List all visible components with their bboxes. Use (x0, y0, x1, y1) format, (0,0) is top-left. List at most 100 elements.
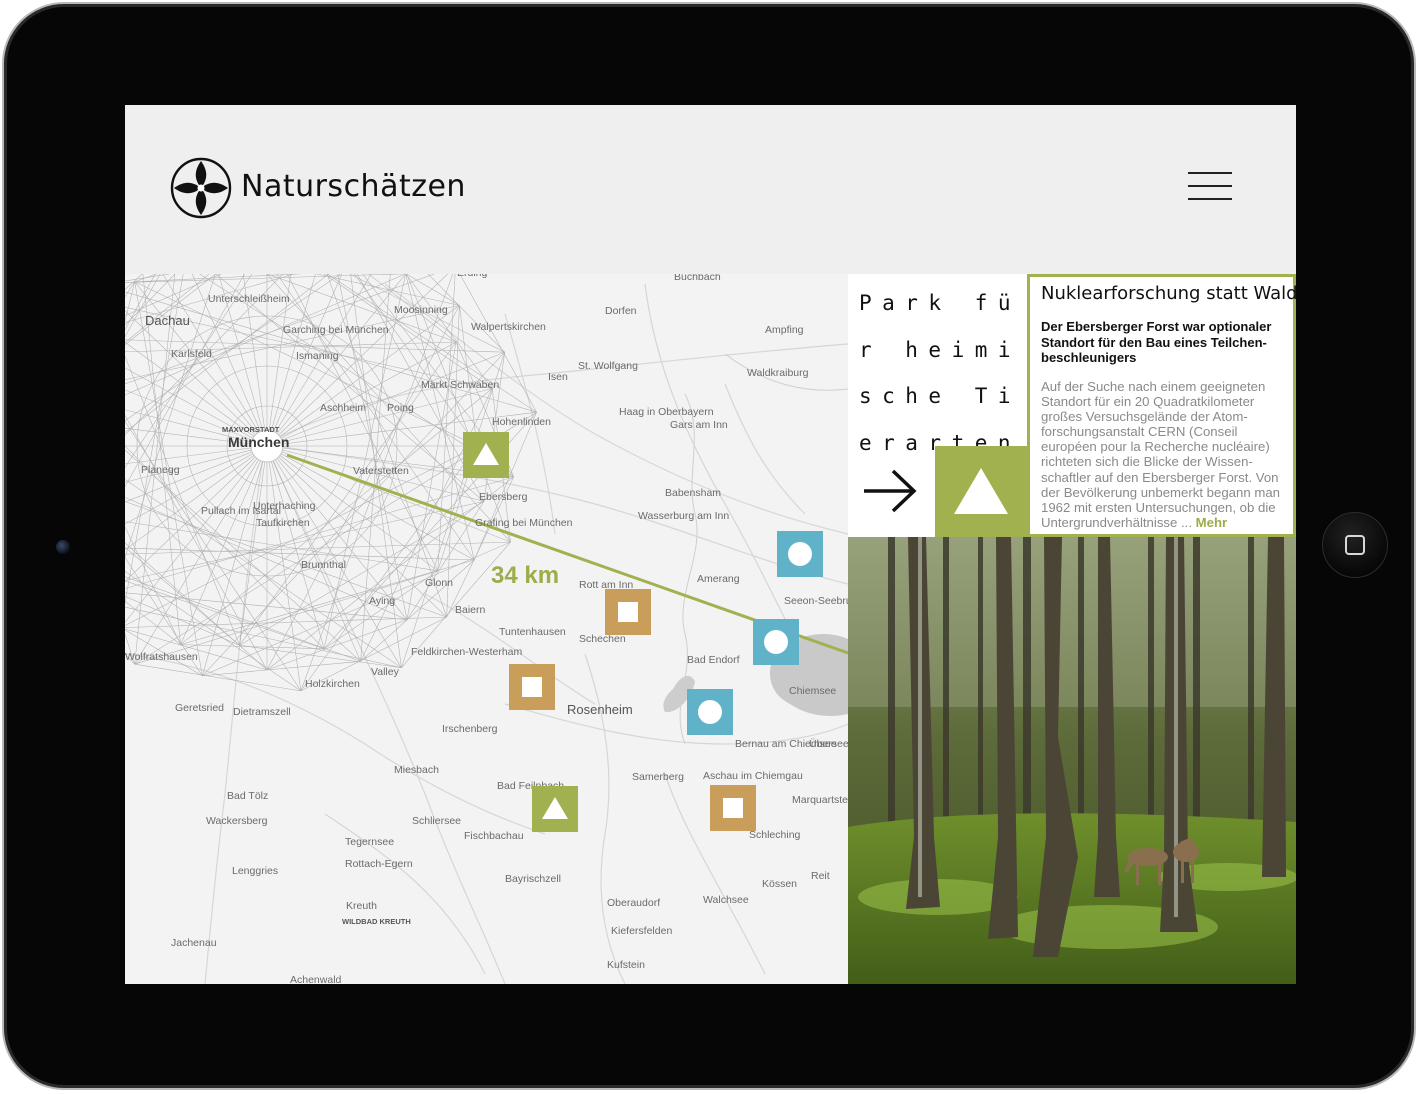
map-marker-square[interactable] (710, 785, 756, 831)
map-place-label: Erding (457, 274, 488, 279)
map-marker-circle[interactable] (687, 689, 733, 735)
map-place-label: Markt Schwaben (421, 379, 499, 391)
map-marker-square[interactable] (509, 664, 555, 710)
map-place-label: Grafing bei München (475, 517, 573, 529)
map-marker-square[interactable] (605, 589, 651, 635)
map-place-label: Dachau (145, 313, 190, 328)
map-place-label: Miesbach (394, 764, 439, 776)
map-place-label: Tegernsee (345, 836, 394, 848)
map-place-label: Fischbachau (464, 830, 524, 842)
tablet-device: Naturschätzen Unterschleißheim Dachau Ga… (0, 0, 1420, 1094)
map-place-label: Brunnthal (301, 559, 346, 571)
article-title: Nuklearforschung statt Wald (1041, 283, 1296, 304)
brand-name[interactable]: Naturschätzen (241, 169, 466, 204)
map-place-label: Aying (369, 595, 395, 607)
map-place-label: Ebersberg (479, 491, 528, 503)
article-body: Auf der Suche nach einem geeigneten Stan… (1041, 379, 1295, 530)
map-place-label: Kössen (762, 878, 797, 890)
map-place-label: Garching bei München (283, 324, 389, 336)
map-place-label: MAXVORSTADT (222, 425, 280, 434)
map-marker-circle[interactable] (777, 531, 823, 577)
map-place-label: Holzkirchen (305, 678, 360, 690)
map-place-label: Achenwald (290, 974, 342, 984)
map-place-label: Marquartstein (792, 794, 848, 806)
feature-kicker[interactable]: Park für heimische Tierarten (859, 280, 1024, 466)
map-place-label: Kreuth (346, 900, 377, 912)
map-place-label: Bayrischzell (505, 873, 561, 885)
map-place-label: Wasserburg am Inn (638, 510, 729, 522)
map-place-label: Reit (811, 870, 830, 882)
map-place-label: Poing (387, 402, 414, 414)
home-button-icon (1345, 535, 1365, 555)
map-place-label: Hohenlinden (492, 416, 551, 428)
map-place-label: Ampfing (765, 324, 804, 336)
map-place-label: Übersee (809, 738, 848, 750)
front-camera (56, 540, 70, 554)
map-place-label: Buchbach (674, 274, 721, 283)
distance-label: 34 km (491, 562, 559, 589)
map-place-label: Wackersberg (206, 815, 268, 827)
map-place-label: Schleching (749, 829, 801, 841)
map-place-label: Glonn (425, 577, 453, 589)
map-place-label: Haag in Oberbayern (619, 406, 714, 418)
map-place-label: WILDBAD KREUTH (342, 917, 411, 926)
map-place-label: Moosinning (394, 304, 448, 316)
map-place-label: Tuntenhausen (499, 626, 566, 638)
map-place-label: Jachenau (171, 937, 217, 949)
map-place-label: Geretsried (175, 702, 224, 714)
map-place-label: Bad Endorf (687, 654, 740, 666)
map-place-label: Vaterstetten (353, 465, 409, 477)
article-card: Nuklearforschung statt Wald Der Ebersber… (1027, 274, 1296, 537)
article-lead: Der Ebersberger Forst war optionaler Sta… (1041, 319, 1272, 365)
map-marker-circle[interactable] (753, 619, 799, 665)
map-canvas[interactable]: Erding Unterschleißheim Dachau Garching bei… (125, 274, 848, 984)
arrow-right-icon[interactable] (860, 466, 920, 516)
app-screen: Naturschätzen Unterschleißheim Dachau Ga… (125, 105, 1296, 984)
map-place-label: Ismaning (296, 350, 339, 362)
map-place-label: Aschheim (320, 402, 366, 414)
map-view[interactable]: Erding Unterschleißheim Dachau Garching bei… (125, 274, 848, 984)
hamburger-menu-icon[interactable] (1188, 172, 1232, 202)
map-place-label: Dorfen (605, 305, 637, 317)
map-place-label: Aschau im Chiemgau (703, 770, 803, 782)
map-place-label: Gars am Inn (670, 419, 728, 431)
map-place-label: St. Wolfgang (578, 360, 638, 372)
map-place-label: Dietramszell (233, 706, 291, 718)
map-place-label: Bad Tölz (227, 790, 268, 802)
map-place-label: Amerang (697, 573, 740, 585)
map-place-label: Oberaudorf (607, 897, 660, 909)
map-place-label: Waldkraiburg (747, 367, 809, 379)
article-body-text: Auf der Suche nach einem geeigneten Stan… (1041, 379, 1280, 530)
home-button[interactable] (1322, 512, 1388, 578)
triangle-icon[interactable] (935, 446, 1027, 537)
map-place-label: Baiern (455, 604, 486, 616)
map-place-label: Chiemsee (789, 685, 836, 697)
map-place-label: Planegg (141, 464, 180, 476)
map-place-label: Irschenberg (442, 723, 498, 735)
map-place-label: Lenggries (232, 865, 278, 877)
naturschaetzen-logo-icon[interactable] (170, 157, 232, 219)
map-place-label: Rosenheim (567, 702, 633, 717)
map-place-label: München (228, 434, 289, 450)
map-marker-triangle[interactable] (532, 786, 578, 832)
map-place-label: Taufkirchen (256, 517, 310, 529)
map-marker-triangle[interactable] (463, 432, 509, 478)
map-place-label: Walpertskirchen (471, 321, 546, 333)
map-place-label: Rottach-Egern (345, 858, 413, 870)
forest-deer-image (848, 537, 1296, 984)
map-place-label: Samerberg (632, 771, 684, 783)
map-place-label: Feldkirchen-Westerham (411, 646, 523, 658)
map-place-label: Unterschleißheim (208, 293, 290, 305)
map-place-label: Kiefersfelden (611, 925, 672, 937)
map-place-label: Walchsee (703, 894, 749, 906)
map-place-label: Seeon-Seebruck (784, 595, 848, 607)
forest-photo (848, 537, 1296, 984)
map-place-label: Karlsfeld (171, 348, 212, 360)
map-place-label: Unterhaching (253, 500, 316, 512)
map-place-label: Schliersee (412, 815, 461, 827)
map-place-label: Valley (371, 666, 400, 678)
map-place-label: Kufstein (607, 959, 645, 971)
more-link[interactable]: Mehr (1196, 515, 1228, 530)
map-place-label: Babensham (665, 487, 721, 499)
app-header: Naturschätzen (125, 105, 1296, 274)
